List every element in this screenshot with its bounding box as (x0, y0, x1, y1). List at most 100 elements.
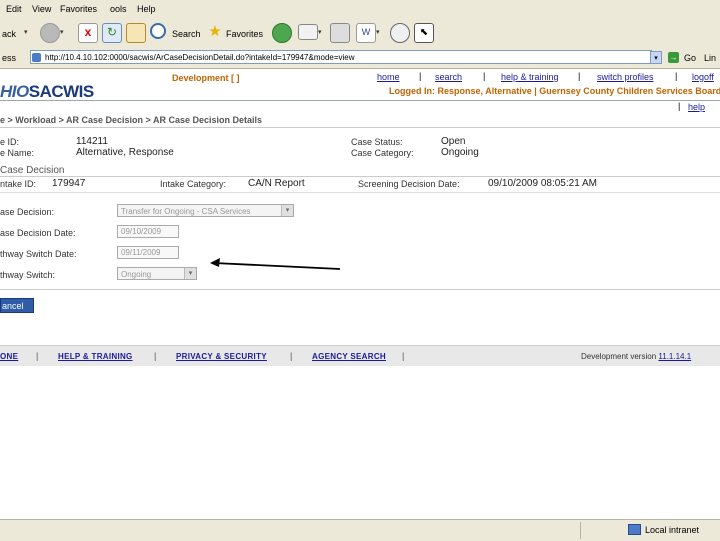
nav-switch-profiles[interactable]: switch profiles (597, 72, 654, 82)
page-footer: ONE | HELP & TRAINING | PRIVACY & SECURI… (0, 345, 720, 366)
address-input[interactable]: http://10.4.10.102:0000/sacwis/ArCaseDec… (30, 50, 652, 64)
nav-search[interactable]: search (435, 72, 462, 82)
forward-icon[interactable] (40, 23, 60, 43)
case-category-value: Ongoing (441, 147, 479, 158)
home-icon[interactable] (126, 23, 146, 43)
help-separator: | (678, 101, 681, 111)
annotation-arrow-icon (210, 258, 341, 270)
pathway-switch-select[interactable]: Ongoing ▾ (117, 267, 197, 280)
logged-in-value: Response, Alternative | Guernsey County … (437, 86, 720, 96)
version-value[interactable]: 11.1.14.1 (658, 352, 691, 361)
case-id-label: e ID: (0, 137, 20, 147)
messenger-icon[interactable] (390, 23, 410, 43)
breadcrumb: e > Workload > AR Case Decision > AR Cas… (0, 115, 263, 125)
intranet-zone-icon (628, 524, 641, 535)
environment-label: Development [ ] (172, 73, 240, 83)
case-decision-value: Transfer for Ongoing - CSA Services (121, 207, 251, 216)
case-decision-date-input[interactable]: 09/10/2009 (117, 225, 179, 238)
chevron-down-icon[interactable]: ▾ (650, 51, 662, 64)
status-bar: Local intranet (0, 519, 720, 541)
case-status-label: Case Status: (351, 137, 403, 147)
intake-id-value: 179947 (52, 178, 86, 189)
page-icon (32, 53, 41, 62)
intake-category-value: CA/N Report (248, 178, 305, 189)
logged-in-label: Logged In: (389, 86, 435, 96)
footer-link-agency-search[interactable]: AGENCY SEARCH (312, 352, 386, 361)
intake-divider (0, 192, 720, 193)
app-logo: HIOSACWIS (0, 82, 94, 102)
app-header: HIOSACWIS Development [ ] home | search … (0, 68, 720, 102)
section-divider (0, 176, 720, 177)
stop-icon[interactable]: x (78, 23, 98, 43)
version-label: Development version (581, 352, 657, 361)
nav-separator: | (675, 71, 678, 81)
refresh-icon[interactable]: ↻ (102, 23, 122, 43)
edit-word-icon[interactable]: W (356, 23, 376, 43)
cursor-icon[interactable]: ⬉ (414, 23, 434, 43)
menu-view[interactable]: View (32, 4, 51, 14)
chevron-down-icon[interactable]: ▾ (24, 24, 34, 42)
menu-favorites[interactable]: Favorites (60, 4, 97, 14)
chevron-down-icon: ▾ (184, 268, 196, 279)
intake-id-label: ntake ID: (0, 179, 37, 189)
pathway-switch-label: thway Switch: (0, 270, 56, 280)
search-icon[interactable] (150, 23, 166, 39)
menu-help[interactable]: Help (137, 4, 156, 14)
footer-separator: | (154, 351, 157, 361)
footer-separator: | (402, 351, 405, 361)
case-name-value: Alternative, Response (76, 147, 174, 158)
screening-date-value: 09/10/2009 08:05:21 AM (488, 178, 597, 189)
nav-separator: | (483, 71, 486, 81)
footer-separator: | (36, 351, 39, 361)
footer-link-home[interactable]: ONE (0, 352, 18, 361)
menu-edit[interactable]: Edit (6, 4, 22, 14)
zone-label: Local intranet (645, 525, 700, 535)
history-icon[interactable] (272, 23, 292, 43)
logged-in-info: Logged In: Response, Alternative | Guern… (389, 86, 720, 96)
case-decision-date-label: ase Decision Date: (0, 228, 76, 238)
breadcrumb-divider (0, 127, 720, 128)
footer-separator: | (290, 351, 293, 361)
nav-separator: | (419, 71, 422, 81)
case-status-value: Open (441, 136, 466, 147)
chevron-down-icon[interactable]: ▾ (60, 24, 70, 42)
cancel-button[interactable]: ancel (0, 298, 34, 313)
nav-home[interactable]: home (377, 72, 400, 82)
case-name-label: e Name: (0, 148, 35, 158)
status-divider (580, 522, 581, 539)
browser-toolbar: ack ▾ ▾ x ↻ Search ★ Favorites ▾ W ▾ ⬉ (0, 18, 720, 49)
go-button[interactable]: Go (684, 53, 696, 63)
screening-date-label: Screening Decision Date: (358, 179, 460, 189)
case-decision-select[interactable]: Transfer for Ongoing - CSA Services ▾ (117, 204, 294, 217)
chevron-down-icon[interactable]: ▾ (376, 24, 386, 42)
case-decision-label: ase Decision: (0, 207, 55, 217)
go-arrow-icon[interactable]: → (668, 52, 679, 63)
chevron-down-icon: ▾ (281, 205, 293, 216)
version-info: Development version 11.1.14.1 (581, 352, 691, 361)
chevron-down-icon[interactable]: ▾ (318, 24, 328, 42)
pathway-switch-date-input[interactable]: 09/11/2009 (117, 246, 179, 259)
star-icon[interactable]: ★ (206, 23, 224, 41)
logo-prefix: HIO (0, 82, 29, 101)
links-label[interactable]: Lin (704, 53, 716, 63)
print-icon[interactable] (330, 23, 350, 43)
footer-link-help-training[interactable]: HELP & TRAINING (58, 352, 133, 361)
back-label[interactable]: ack (2, 29, 16, 39)
footer-link-privacy-security[interactable]: PRIVACY & SECURITY (176, 352, 267, 361)
case-id-value: 114211 (76, 136, 108, 147)
help-link[interactable]: help (688, 102, 705, 112)
pathway-switch-value: Ongoing (121, 270, 152, 279)
menu-tools[interactable]: ools (110, 4, 127, 14)
nav-help-training[interactable]: help & training (501, 72, 559, 82)
nav-logoff[interactable]: logoff (692, 72, 714, 82)
favorites-label[interactable]: Favorites (226, 29, 263, 39)
logo-name: SACWIS (28, 82, 95, 101)
address-bar: ess http://10.4.10.102:0000/sacwis/ArCas… (0, 48, 720, 69)
search-label[interactable]: Search (172, 29, 201, 39)
mail-icon[interactable] (298, 24, 318, 40)
address-label: ess (2, 53, 17, 63)
menu-bar: Edit View Favorites ools Help (0, 0, 720, 18)
header-divider (0, 100, 720, 101)
case-category-label: Case Category: (351, 148, 414, 158)
intake-category-label: Intake Category: (160, 179, 227, 189)
